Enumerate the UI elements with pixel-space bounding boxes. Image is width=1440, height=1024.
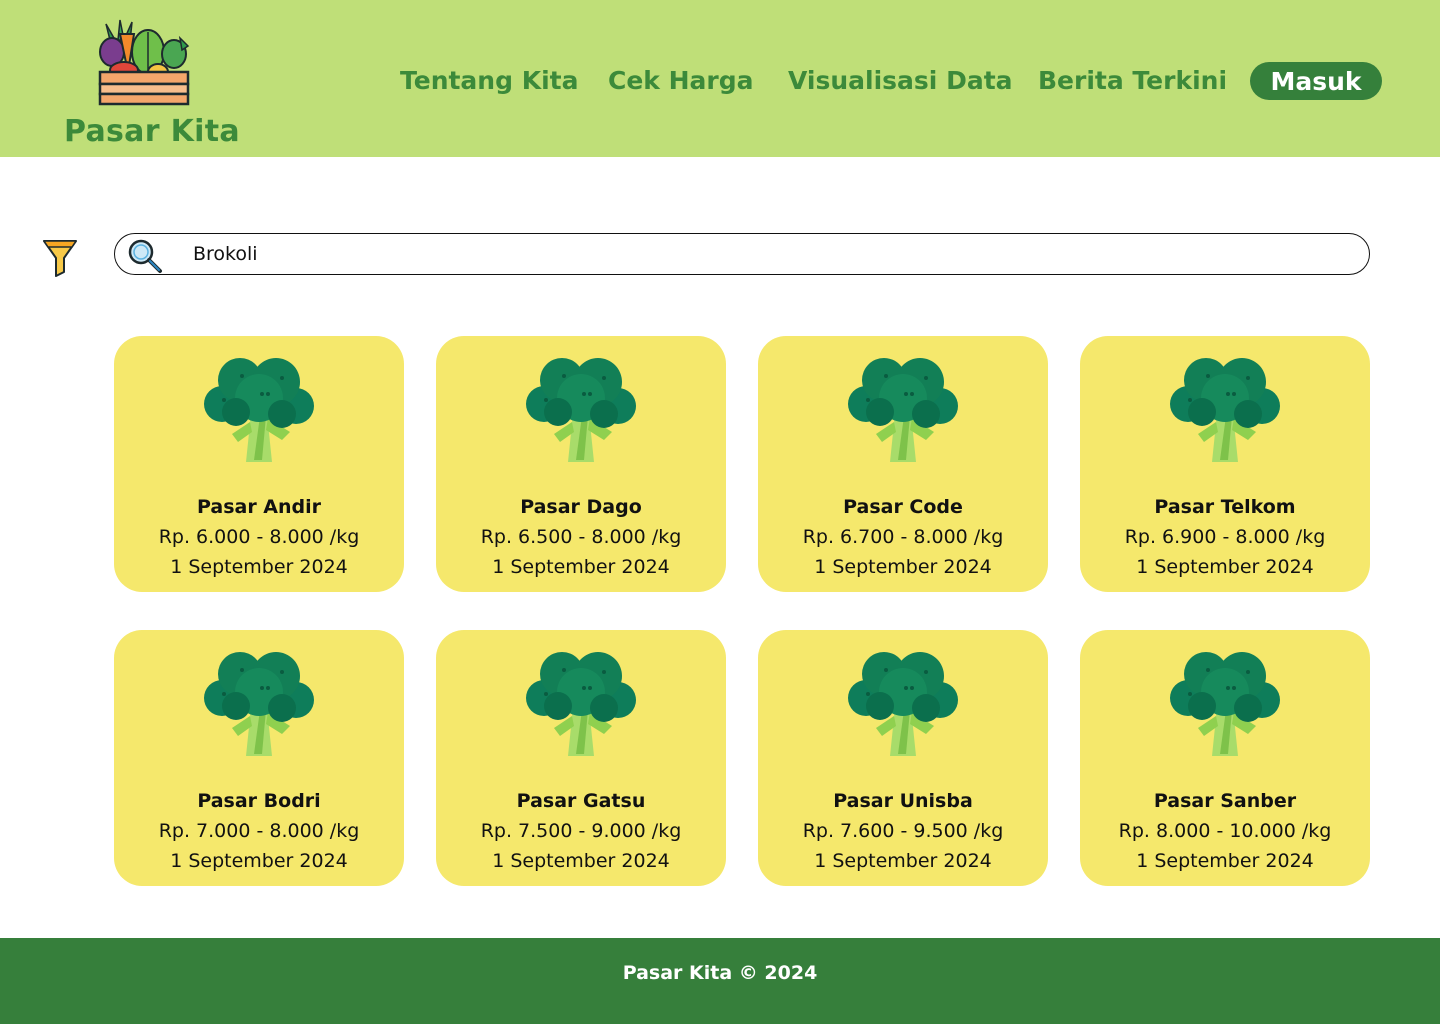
price-range: Rp. 6.700 - 8.000 /kg xyxy=(802,526,1004,548)
price-date: 1 September 2024 xyxy=(492,850,670,872)
vegetable-crate-icon[interactable] xyxy=(96,18,192,106)
market-name: Pasar Bodri xyxy=(197,790,321,812)
brand-name[interactable]: Pasar Kita xyxy=(64,114,240,149)
price-date: 1 September 2024 xyxy=(1136,850,1314,872)
broccoli-icon xyxy=(204,652,314,756)
nav-berita-terkini[interactable]: Berita Terkini xyxy=(1038,66,1227,95)
market-card[interactable]: Pasar Dago Rp. 6.500 - 8.000 /kg 1 Septe… xyxy=(436,336,726,592)
broccoli-icon xyxy=(1170,652,1280,756)
page-footer: Pasar Kita © 2024 xyxy=(0,938,1440,1024)
price-range: Rp. 8.000 - 10.000 /kg xyxy=(1118,820,1332,842)
nav-cek-harga[interactable]: Cek Harga xyxy=(608,66,754,95)
search-input[interactable] xyxy=(193,238,1343,270)
broccoli-icon xyxy=(1170,358,1280,462)
market-name: Pasar Code xyxy=(843,496,963,518)
price-range: Rp. 7.600 - 9.500 /kg xyxy=(802,820,1004,842)
broccoli-icon xyxy=(526,652,636,756)
price-date: 1 September 2024 xyxy=(814,850,992,872)
price-range: Rp. 6.900 - 8.000 /kg xyxy=(1124,526,1326,548)
market-name: Pasar Telkom xyxy=(1154,496,1296,518)
broccoli-icon xyxy=(848,358,958,462)
search-bar[interactable] xyxy=(114,233,1370,275)
market-name: Pasar Andir xyxy=(196,496,322,518)
broccoli-icon xyxy=(526,358,636,462)
price-date: 1 September 2024 xyxy=(814,556,992,578)
market-card[interactable]: Pasar Bodri Rp. 7.000 - 8.000 /kg 1 Sept… xyxy=(114,630,404,886)
top-header: Pasar Kita Tentang Kita Cek Harga Visual… xyxy=(0,0,1440,157)
market-card[interactable]: Pasar Telkom Rp. 6.900 - 8.000 /kg 1 Sep… xyxy=(1080,336,1370,592)
price-date: 1 September 2024 xyxy=(1136,556,1314,578)
nav-visualisasi-data[interactable]: Visualisasi Data xyxy=(788,66,1013,95)
price-range: Rp. 7.000 - 8.000 /kg xyxy=(158,820,360,842)
price-range: Rp. 6.000 - 8.000 /kg xyxy=(158,526,360,548)
market-name: Pasar Dago xyxy=(520,496,642,518)
market-card[interactable]: Pasar Sanber Rp. 8.000 - 10.000 /kg 1 Se… xyxy=(1080,630,1370,886)
market-name: Pasar Unisba xyxy=(833,790,973,812)
price-date: 1 September 2024 xyxy=(492,556,670,578)
broccoli-icon xyxy=(848,652,958,756)
price-date: 1 September 2024 xyxy=(170,850,348,872)
market-card[interactable]: Pasar Unisba Rp. 7.600 - 9.500 /kg 1 Sep… xyxy=(758,630,1048,886)
market-name: Pasar Sanber xyxy=(1153,790,1297,812)
market-card[interactable]: Pasar Andir Rp. 6.000 - 8.000 /kg 1 Sept… xyxy=(114,336,404,592)
market-card[interactable]: Pasar Gatsu Rp. 7.500 - 9.000 /kg 1 Sept… xyxy=(436,630,726,886)
magnifier-icon[interactable] xyxy=(127,238,163,274)
price-range: Rp. 6.500 - 8.000 /kg xyxy=(480,526,682,548)
market-card[interactable]: Pasar Code Rp. 6.700 - 8.000 /kg 1 Septe… xyxy=(758,336,1048,592)
broccoli-icon xyxy=(204,358,314,462)
price-date: 1 September 2024 xyxy=(170,556,348,578)
market-name: Pasar Gatsu xyxy=(516,790,646,812)
price-range: Rp. 7.500 - 9.000 /kg xyxy=(480,820,682,842)
nav-tentang-kita[interactable]: Tentang Kita xyxy=(400,66,578,95)
login-button[interactable]: Masuk xyxy=(1250,62,1382,100)
filter-funnel-icon[interactable] xyxy=(42,238,78,278)
footer-copyright: Pasar Kita © 2024 xyxy=(622,962,818,984)
market-price-grid: Pasar Andir Rp. 6.000 - 8.000 /kg 1 Sept… xyxy=(114,336,1370,886)
